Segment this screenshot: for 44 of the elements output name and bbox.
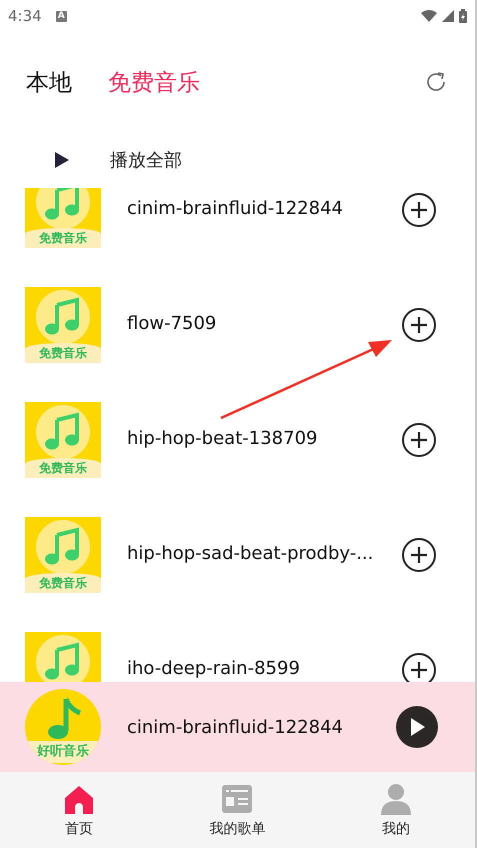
cover-label: 免费音乐: [25, 342, 101, 362]
add-button[interactable]: [402, 422, 436, 456]
plus-icon: [410, 430, 428, 448]
list-icon: [220, 782, 254, 816]
cover-label: 好听音乐: [25, 741, 101, 763]
add-button[interactable]: [402, 538, 436, 572]
cover-label: 免费音乐: [25, 572, 101, 592]
play-all-label[interactable]: 播放全部: [110, 148, 182, 172]
wifi-icon: [421, 10, 437, 22]
plus-icon: [410, 200, 428, 218]
play-button[interactable]: [396, 706, 438, 748]
now-playing-title: cinim-brainfluid-122844: [127, 716, 343, 738]
nav-tab[interactable]: 我的歌单: [158, 772, 317, 848]
battery-icon: [459, 9, 467, 23]
refresh-icon[interactable]: [424, 70, 448, 94]
tab[interactable]: 免费音乐: [108, 66, 200, 98]
play-icon[interactable]: [55, 152, 69, 168]
notification-icon: A: [56, 10, 67, 22]
play-icon: [409, 718, 425, 736]
plus-icon: [410, 660, 428, 678]
add-button[interactable]: [402, 308, 436, 342]
tab[interactable]: 本地: [26, 66, 72, 98]
add-button[interactable]: [402, 192, 436, 226]
nav-tab[interactable]: 首页: [0, 772, 158, 848]
song-title[interactable]: hip-hop-beat-138709: [127, 430, 318, 449]
nav-label: 我的歌单: [209, 820, 266, 838]
person-icon: [378, 782, 413, 816]
music-note-icon: [35, 518, 91, 574]
nav-label: 首页: [65, 820, 94, 838]
signal-icon: [442, 10, 454, 22]
nav-tab[interactable]: 我的: [316, 772, 475, 848]
plus-icon: [410, 316, 428, 334]
status-time: 4:34: [8, 7, 42, 25]
music-note-icon: [35, 188, 91, 230]
song-title[interactable]: iho-deep-rain-8599: [127, 660, 300, 679]
cover-label: 免费音乐: [25, 228, 101, 248]
cover-label: 免费音乐: [25, 458, 101, 478]
music-note-icon: [35, 404, 91, 460]
song-title[interactable]: flow-7509: [127, 315, 216, 334]
song-title[interactable]: cinim-brainfluid-122844: [127, 200, 343, 219]
nav-label: 我的: [382, 820, 410, 838]
music-note-icon: [35, 288, 91, 344]
plus-icon: [410, 546, 428, 564]
song-title[interactable]: hip-hop-sad-beat-prodby-...: [127, 545, 374, 564]
